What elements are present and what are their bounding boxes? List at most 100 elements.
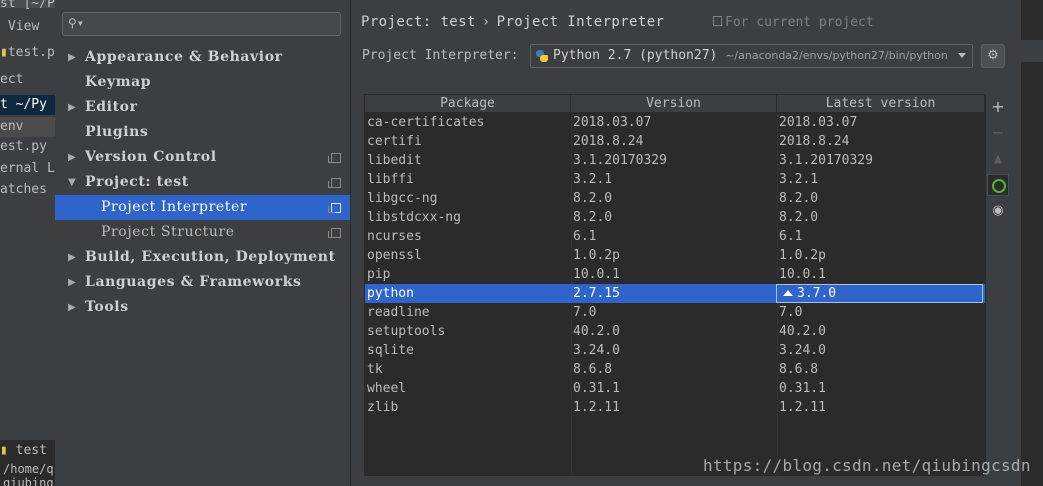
cell-version: 2.7.15 [573,286,620,301]
ide-tree-external-libs[interactable]: ernal L [0,159,55,179]
ide-run-user: qiubing [3,476,54,486]
tree-item-version-control[interactable]: ▶ Version Control [55,145,350,170]
plus-icon: + [991,97,1005,116]
tree-item-build-execution-deployment[interactable]: ▶ Build, Execution, Deployment [55,245,350,270]
tree-item-editor[interactable]: ▶ Editor [55,95,350,120]
show-early-releases-button[interactable]: ◉ [987,200,1009,222]
tree-item-project-structure[interactable]: Project Structure [55,220,350,245]
cell-package: wheel [367,381,407,396]
cell-latest-upgrade: 3.7.0 [783,284,836,303]
table-row[interactable]: sqlite 3.24.0 3.24.0 [365,341,985,360]
table-row[interactable]: wheel 0.31.1 0.31.1 [365,379,985,398]
cell-package: python [367,286,414,301]
cell-package: openssl [367,248,422,263]
breadcrumb-page: Project Interpreter [496,14,665,30]
ide-project-dropdown[interactable]: ect [0,70,23,90]
project-level-icon [328,153,341,163]
upgrade-package-button[interactable]: ▲ [987,148,1009,170]
ide-run-tab[interactable]: ▮ test [0,441,47,461]
table-row[interactable]: pip 10.0.1 10.0.1 [365,265,985,284]
triangle-up-icon: ▲ [993,152,1003,165]
ide-tree-venv[interactable]: env [0,117,55,137]
interpreter-label: Project Interpreter: [362,48,519,63]
cell-version: 7.0 [573,305,597,320]
cell-version: 10.0.1 [573,267,620,282]
cell-version: 0.31.1 [573,381,620,396]
table-row[interactable]: zlib 1.2.11 1.2.11 [365,398,985,417]
cell-latest: 6.1 [779,229,803,244]
tree-item-plugins[interactable]: Plugins [55,120,350,145]
ide-tree-scratches[interactable]: atches [0,180,47,200]
cell-package: pip [367,267,391,282]
ide-project-panel: st [~/Py View ▮test.p ect t ~/Py env est… [0,0,55,486]
chevron-down-icon [958,53,966,58]
chevron-down-icon: ▼ [68,177,77,188]
settings-search-box[interactable]: ⚲▾ [62,12,341,36]
tree-item-keymap[interactable]: Keymap [55,70,350,95]
install-package-button[interactable]: + [987,96,1009,118]
cell-latest: 1.2.11 [779,400,826,415]
breadcrumb-separator-icon: › [481,14,491,30]
table-row[interactable]: certifi 2018.8.24 2018.8.24 [365,132,985,151]
table-row[interactable]: readline 7.0 7.0 [365,303,985,322]
project-level-icon [328,203,341,213]
cell-latest: 10.0.1 [779,267,826,282]
settings-search-input[interactable] [89,15,333,35]
table-row[interactable]: libedit 3.1.20170329 3.1.20170329 [365,151,985,170]
settings-dialog: ⚲▾ ▶ Appearance & Behavior Keymap ▶ Edit… [55,0,1021,486]
chevron-right-icon: ▶ [68,152,77,163]
use-conda-button[interactable] [987,174,1009,196]
cell-version: 3.1.20170329 [573,153,667,168]
packages-table[interactable]: Package Version Latest version ca-certif… [364,94,986,476]
python-file-icon: ▮ [0,45,8,60]
python-logo-icon [536,50,548,62]
cell-package: libgcc-ng [367,191,438,206]
python-run-icon: ▮ [0,443,8,458]
cell-version: 2018.8.24 [573,134,644,149]
interpreter-settings-button[interactable]: ⚙ [981,44,1005,68]
ide-title-text: st [~/Py [0,0,55,11]
cell-package: tk [367,362,383,377]
editor-gutter-icon [1021,40,1043,62]
table-row[interactable]: libgcc-ng 8.2.0 8.2.0 [365,189,985,208]
table-row[interactable]: ca-certificates 2018.03.07 2018.03.07 [365,113,985,132]
ide-tab-test[interactable]: ▮test.p [0,43,55,63]
cell-version: 1.0.2p [573,248,620,263]
cell-package: zlib [367,400,399,415]
settings-content: Project: test › Project Interpreter For cu… [351,0,1021,486]
tree-item-project-test[interactable]: ▼ Project: test [55,170,350,195]
table-row[interactable]: libstdcxx-ng 8.2.0 8.2.0 [365,208,985,227]
column-header-package[interactable]: Package [365,95,571,113]
cell-latest: 40.2.0 [779,324,826,339]
table-row[interactable]: ncurses 6.1 6.1 [365,227,985,246]
cell-package: ncurses [367,229,422,244]
column-header-latest-version[interactable]: Latest version [777,95,985,113]
tree-item-languages-frameworks[interactable]: ▶ Languages & Frameworks [55,270,350,295]
uninstall-package-button[interactable]: − [987,122,1009,144]
ide-menu-view[interactable]: View [8,17,39,37]
cell-latest: 2018.8.24 [779,134,850,149]
ide-tree-file[interactable]: est.py [0,137,47,157]
tree-item-tools[interactable]: ▶ Tools [55,295,350,320]
column-header-version[interactable]: Version [571,95,777,113]
upgrade-available-icon [783,290,793,296]
table-row-selected[interactable]: python 2.7.15 3.7.0 [365,284,985,303]
ide-run-panel: ▮ test /home/q qiubing [0,440,55,486]
cell-latest: 3.24.0 [779,343,826,358]
table-row[interactable]: openssl 1.0.2p 1.0.2p [365,246,985,265]
interpreter-select[interactable]: Python 2.7 (python27) ~/anaconda2/envs/p… [530,44,973,68]
table-row[interactable]: setuptools 40.2.0 40.2.0 [365,322,985,341]
chevron-right-icon: ▶ [68,252,77,263]
tree-item-appearance-behavior[interactable]: ▶ Appearance & Behavior [55,45,350,70]
minus-icon: − [991,123,1005,142]
tree-item-project-interpreter[interactable]: Project Interpreter [55,195,350,220]
ide-tree-root[interactable]: t ~/Py [0,95,55,115]
table-row[interactable]: libffi 3.2.1 3.2.1 [365,170,985,189]
cell-package: libstdcxx-ng [367,210,461,225]
interpreter-path: ~/anaconda2/envs/python27/bin/python [725,49,948,62]
cell-version: 3.2.1 [573,172,613,187]
package-toolbar: + − ▲ ◉ [987,94,1011,234]
settings-tree-pane: ⚲▾ ▶ Appearance & Behavior Keymap ▶ Edit… [55,0,351,486]
chevron-right-icon: ▶ [68,302,77,313]
table-row[interactable]: tk 8.6.8 8.6.8 [365,360,985,379]
